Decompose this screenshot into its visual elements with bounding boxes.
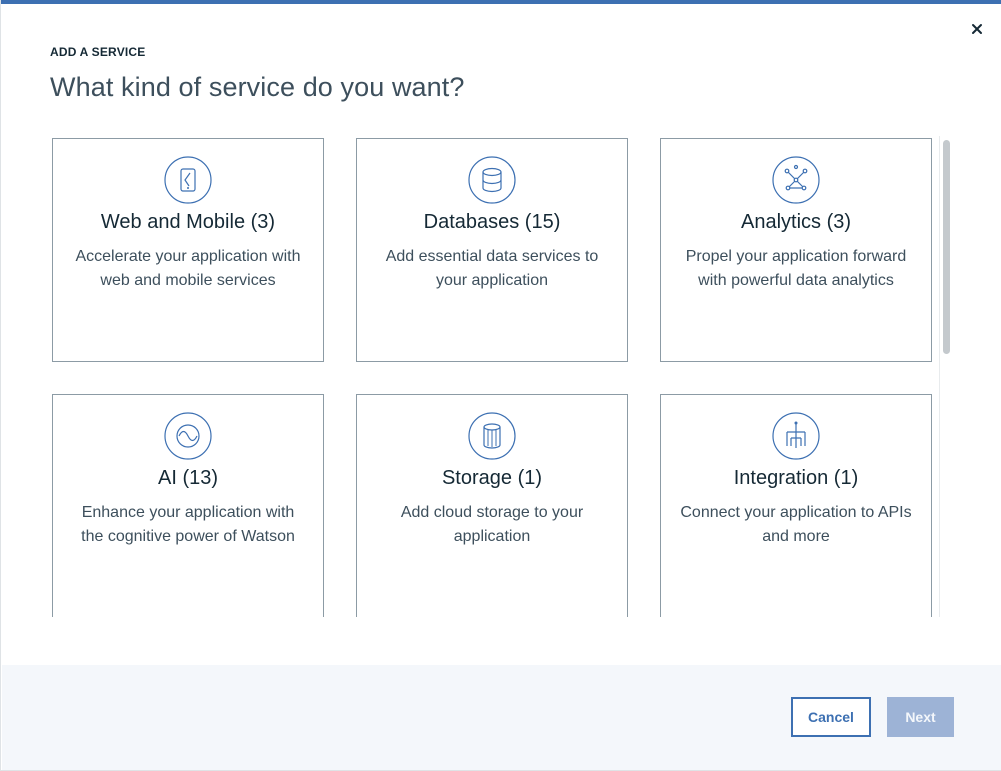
- database-icon: [468, 156, 516, 204]
- card-description: Enhance your application with the cognit…: [81, 504, 295, 545]
- card-databases[interactable]: Databases (15) Add essential data servic…: [356, 138, 628, 362]
- card-description: Propel your application forward with pow…: [685, 248, 907, 289]
- cancel-button[interactable]: Cancel: [791, 697, 871, 737]
- card-analytics[interactable]: Analytics (3) Propel your application fo…: [660, 138, 932, 362]
- card-description: Add essential data services to your appl…: [385, 248, 599, 289]
- card-title: Web and Mobile (3): [100, 211, 276, 233]
- card-title: AI (13): [157, 467, 219, 489]
- scrollbar-thumb[interactable]: [943, 140, 950, 354]
- add-service-modal: ADD A SERVICE What kind of service do yo…: [0, 0, 1001, 771]
- service-category-list: Web and Mobile (3) Accelerate your appli…: [52, 138, 952, 617]
- card-description: Add cloud storage to your application: [400, 504, 584, 545]
- card-integration[interactable]: Integration (1) Connect your application…: [660, 394, 932, 617]
- analytics-icon: [772, 156, 820, 204]
- card-title: Analytics (3): [740, 211, 852, 233]
- card-description: Accelerate your application with web and…: [75, 248, 301, 289]
- card-title: Integration (1): [733, 467, 859, 489]
- ai-icon: [164, 412, 212, 460]
- close-icon[interactable]: [967, 19, 987, 39]
- modal-footer: Cancel Next: [2, 665, 1001, 770]
- next-button[interactable]: Next: [887, 697, 954, 737]
- card-title: Storage (1): [441, 467, 543, 489]
- card-description: Connect your application to APIs and mor…: [680, 504, 912, 545]
- integration-icon: [772, 412, 820, 460]
- mobile-icon: [164, 156, 212, 204]
- card-ai[interactable]: AI (13) Enhance your application with th…: [52, 394, 324, 617]
- card-storage[interactable]: Storage (1) Add cloud storage to your ap…: [356, 394, 628, 617]
- modal-title: What kind of service do you want?: [50, 72, 465, 102]
- modal-accent-bar: [1, 0, 1001, 4]
- storage-icon: [468, 412, 516, 460]
- card-web-and-mobile[interactable]: Web and Mobile (3) Accelerate your appli…: [52, 138, 324, 362]
- card-title: Databases (15): [423, 211, 561, 233]
- modal-label: ADD A SERVICE: [50, 45, 146, 59]
